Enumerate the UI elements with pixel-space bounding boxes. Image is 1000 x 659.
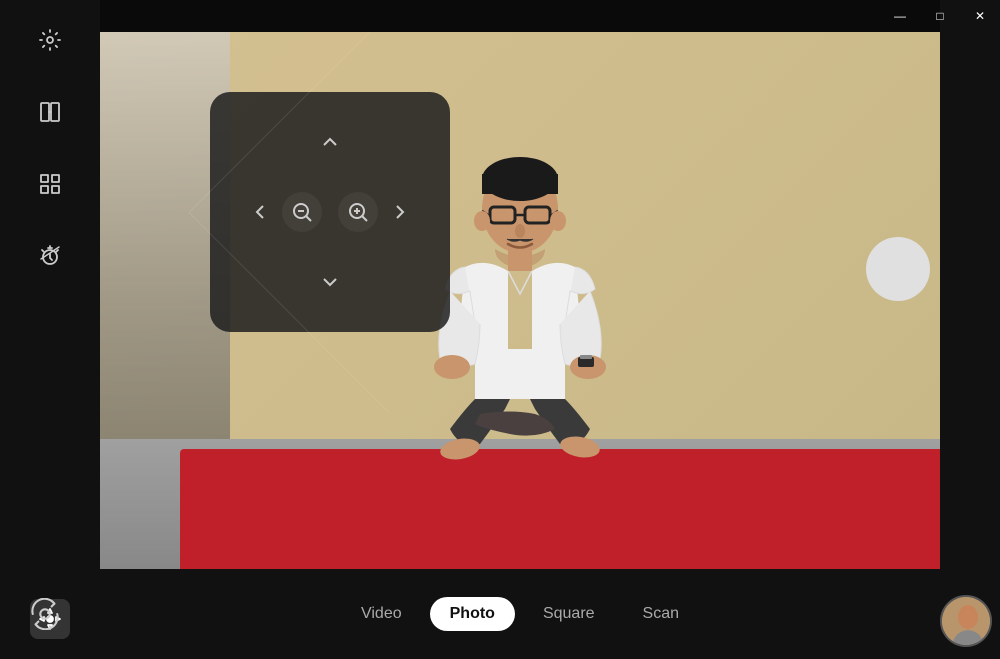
- mode-photo-button[interactable]: Photo: [430, 597, 515, 631]
- title-bar: — □ ✕: [880, 0, 1000, 32]
- dpad-down-button[interactable]: [300, 252, 360, 312]
- maximize-button[interactable]: □: [920, 0, 960, 32]
- dpad-up-button[interactable]: [300, 112, 360, 172]
- flip-camera-button[interactable]: [20, 589, 70, 639]
- dpad-container: [230, 112, 430, 312]
- bottom-bar: Video Photo Square Scan: [100, 569, 940, 659]
- zoom-in-button[interactable]: [338, 192, 378, 232]
- dpad-control[interactable]: [210, 92, 450, 332]
- photo-thumbnail[interactable]: [940, 595, 992, 647]
- sidebar: [0, 0, 100, 659]
- zoom-out-button[interactable]: [282, 192, 322, 232]
- close-button[interactable]: ✕: [960, 0, 1000, 32]
- grid-icon[interactable]: [30, 164, 70, 204]
- right-panel: [940, 0, 1000, 659]
- shutter-button[interactable]: [866, 237, 930, 301]
- mode-video-button[interactable]: Video: [341, 597, 422, 631]
- viewfinder: [100, 32, 940, 569]
- mode-scan-button[interactable]: Scan: [623, 597, 699, 631]
- timer-icon[interactable]: [30, 236, 70, 276]
- mode-square-button[interactable]: Square: [523, 597, 615, 631]
- dpad-center: [280, 182, 380, 242]
- compare-icon[interactable]: [30, 92, 70, 132]
- settings-icon[interactable]: [30, 20, 70, 60]
- sidebar-top: [30, 20, 70, 276]
- minimize-button[interactable]: —: [880, 0, 920, 32]
- thumbnail-image: [942, 597, 990, 645]
